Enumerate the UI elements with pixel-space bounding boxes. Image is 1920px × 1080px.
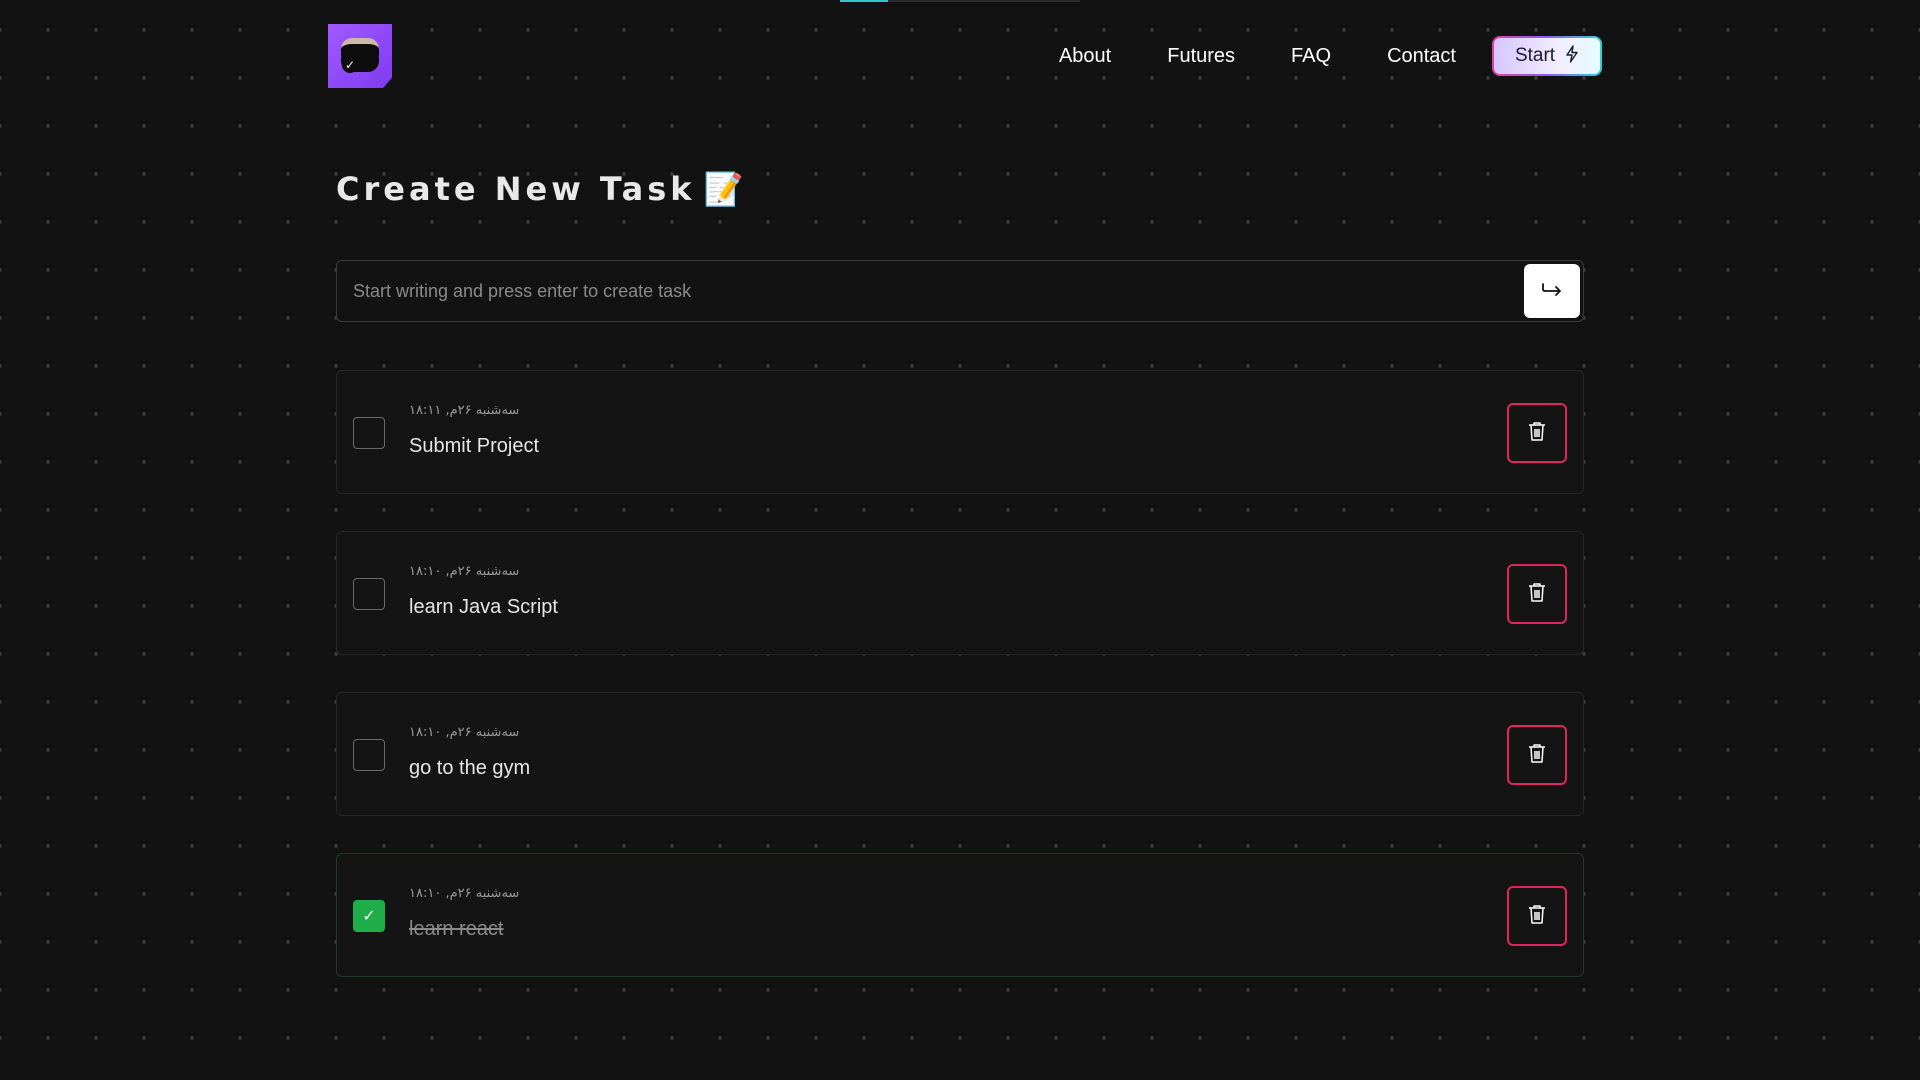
start-button-inner: Start (1494, 38, 1600, 74)
task-title: go to the gym (409, 757, 531, 779)
delete-task-button[interactable] (1507, 886, 1567, 946)
delete-task-button[interactable] (1507, 564, 1567, 624)
navbar: ✓ About Futures FAQ Contact Start (328, 24, 1602, 88)
enter-arrow-icon (1540, 281, 1564, 301)
task-card: سه‌شنبه ۲۶م, ۱۸:۱۰ learn Java Script (336, 531, 1584, 655)
page-title-text: Create New Task (336, 170, 696, 208)
task-timestamp: سه‌شنبه ۲۶م, ۱۸:۱۰ (409, 886, 520, 901)
task-checkbox[interactable] (353, 417, 385, 449)
task-title: Submit Project (409, 435, 540, 457)
trash-icon (1528, 421, 1546, 445)
task-timestamp: سه‌شنبه ۲۶م, ۱۸:۱۱ (409, 403, 520, 418)
memo-icon: 📝 (703, 170, 744, 208)
task-card: سه‌شنبه ۲۶م, ۱۸:۱۰ go to the gym (336, 692, 1584, 816)
page-title: Create New Task 📝 (336, 170, 743, 208)
nav-link-faq[interactable]: FAQ (1291, 45, 1331, 68)
task-input[interactable] (337, 261, 1497, 321)
task-title: learn react (409, 918, 504, 940)
lightning-bolt-icon (1565, 44, 1579, 68)
delete-task-button[interactable] (1507, 403, 1567, 463)
start-button[interactable]: Start (1492, 36, 1602, 76)
task-card: سه‌شنبه ۲۶م, ۱۸:۱۱ Submit Project (336, 370, 1584, 494)
nav-link-about[interactable]: About (1059, 45, 1111, 68)
task-timestamp: سه‌شنبه ۲۶م, ۱۸:۱۰ (409, 725, 520, 740)
logo-check-mark-icon: ✓ (342, 57, 358, 73)
trash-icon (1528, 582, 1546, 606)
todo-check-icon[interactable]: ✓ (328, 24, 392, 88)
nav-links: About Futures FAQ Contact Start (1059, 36, 1602, 76)
nav-link-contact[interactable]: Contact (1387, 45, 1456, 68)
task-timestamp: سه‌شنبه ۲۶م, ۱۸:۱۰ (409, 564, 520, 579)
task-checkbox-checked[interactable]: ✓ (353, 900, 385, 932)
checkmark-icon: ✓ (362, 906, 376, 925)
task-card-completed: ✓ سه‌شنبه ۲۶م, ۱۸:۱۰ learn react (336, 853, 1584, 977)
task-list: سه‌شنبه ۲۶م, ۱۸:۱۱ Submit Project سه‌شنب… (336, 370, 1584, 1014)
task-checkbox[interactable] (353, 578, 385, 610)
task-checkbox[interactable] (353, 739, 385, 771)
start-button-label: Start (1514, 45, 1556, 66)
top-accent-bar (840, 0, 1080, 2)
task-title: learn Java Script (409, 596, 558, 618)
task-input-row (336, 260, 1584, 322)
submit-task-button[interactable] (1524, 264, 1580, 318)
nav-link-futures[interactable]: Futures (1167, 45, 1235, 68)
trash-icon (1528, 904, 1546, 928)
trash-icon (1528, 743, 1546, 767)
delete-task-button[interactable] (1507, 725, 1567, 785)
